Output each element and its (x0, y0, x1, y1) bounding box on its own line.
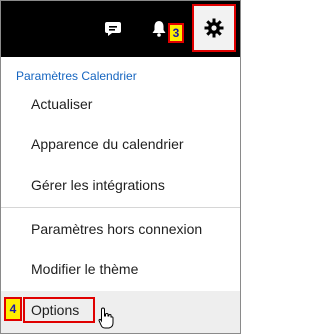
menu-divider (1, 207, 240, 208)
menu-item-theme[interactable]: Modifier le thème (1, 253, 240, 289)
top-toolbar: 3 (1, 1, 240, 57)
settings-dropdown: 3 Paramètres Calendrier Actualiser Appar… (0, 0, 241, 334)
menu-item-label: Apparence du calendrier (31, 136, 184, 152)
callout-badge-4: 4 (4, 297, 22, 321)
menu-item-label: Modifier le thème (31, 261, 139, 277)
gear-icon (204, 18, 224, 38)
bell-icon (152, 21, 166, 37)
chat-bubble-icon (105, 22, 121, 36)
section-title: Paramètres Calendrier (16, 69, 137, 83)
hand-cursor-icon (98, 307, 114, 329)
menu-item-actualiser[interactable]: Actualiser (1, 88, 240, 124)
callout-badge-3: 3 (168, 23, 184, 43)
menu-item-label: Gérer les intégrations (31, 177, 165, 193)
settings-gear-button[interactable] (192, 4, 236, 52)
menu-item-apparence[interactable]: Apparence du calendrier (1, 128, 240, 164)
menu-item-integrations[interactable]: Gérer les intégrations (1, 169, 240, 205)
menu-item-options[interactable]: Options (23, 297, 95, 323)
chat-button[interactable] (91, 1, 135, 57)
menu-item-hors-connexion[interactable]: Paramètres hors connexion (1, 213, 240, 249)
menu-item-label: Paramètres hors connexion (31, 221, 203, 237)
menu-item-label: Actualiser (31, 96, 93, 112)
options-label: Options (31, 302, 80, 318)
